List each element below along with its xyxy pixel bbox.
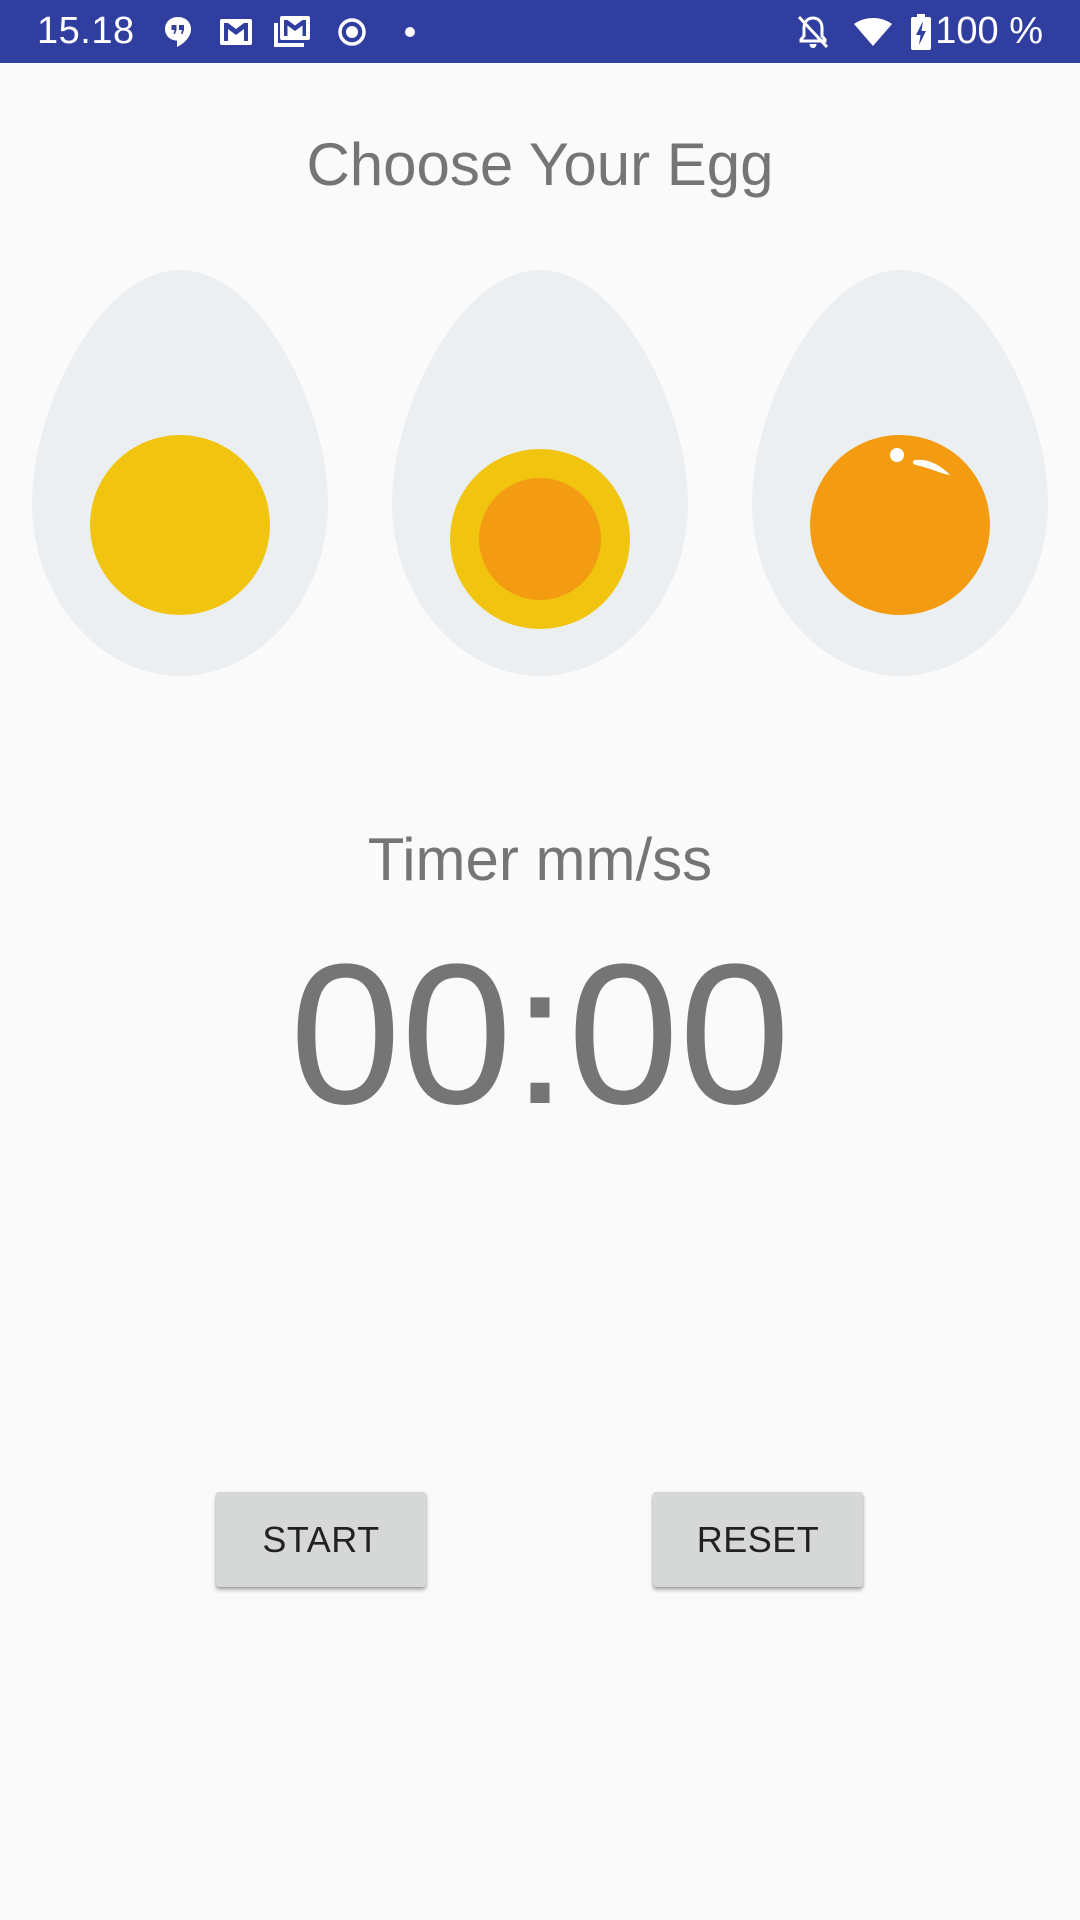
battery-percentage: 100 % <box>935 10 1043 52</box>
hard-egg-button[interactable] <box>750 268 1050 678</box>
gmail-icon <box>218 0 254 63</box>
page-title: Choose Your Egg <box>306 131 774 198</box>
timer-display: 00:00 <box>289 923 791 1146</box>
reset-button[interactable]: RESET <box>653 1492 863 1587</box>
hard-boiled-egg-icon <box>752 270 1048 676</box>
start-button[interactable]: START <box>216 1492 426 1587</box>
timer-label: Timer mm/ss <box>367 826 713 893</box>
gmail-multi-icon <box>272 0 312 63</box>
battery-charging-icon <box>909 0 933 63</box>
status-time: 15.18 <box>37 10 135 52</box>
soft-boiled-egg-icon <box>32 270 328 676</box>
soft-egg-button[interactable] <box>30 268 330 678</box>
dot-icon <box>402 0 418 63</box>
status-bar: 15.18 100 % <box>0 0 1080 63</box>
record-icon <box>336 0 368 63</box>
alarm-off-icon <box>795 0 831 63</box>
medium-egg-button[interactable] <box>390 268 690 678</box>
hangouts-icon <box>160 0 196 63</box>
medium-boiled-egg-icon <box>392 270 688 676</box>
wifi-icon <box>853 0 893 63</box>
